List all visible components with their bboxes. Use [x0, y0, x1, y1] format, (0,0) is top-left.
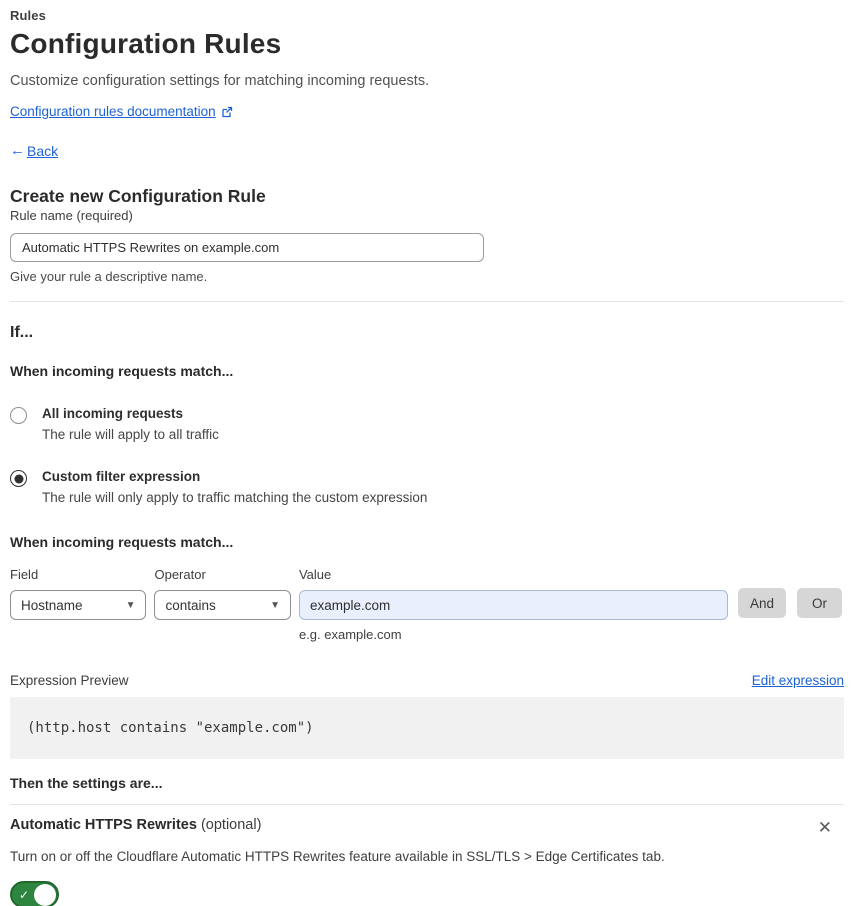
documentation-link[interactable]: Configuration rules documentation	[10, 104, 216, 119]
operator-select-value: contains	[165, 597, 216, 613]
match-heading: When incoming requests match...	[10, 363, 234, 379]
configuration-rules-page: Rules Configuration Rules Customize conf…	[0, 0, 852, 906]
radio-option-description: The rule will apply to all traffic	[42, 427, 219, 442]
expression-preview-label: Expression Preview	[10, 673, 129, 688]
or-button[interactable]: Or	[797, 588, 842, 618]
check-icon: ✓	[19, 887, 30, 902]
back-link-row: ← Back	[10, 142, 842, 159]
create-rule-title: Create new Configuration Rule	[10, 186, 266, 206]
if-heading: If...	[10, 324, 34, 341]
documentation-link-row: Configuration rules documentation	[10, 104, 842, 119]
rule-name-input[interactable]	[10, 233, 484, 262]
expression-builder-heading: When incoming requests match...	[10, 534, 234, 550]
expression-code: (http.host contains "example.com")	[27, 720, 314, 736]
operator-label: Operator	[154, 567, 206, 582]
page-subtitle: Customize configuration settings for mat…	[10, 73, 430, 89]
close-icon[interactable]: ✕	[814, 817, 836, 838]
setting-title: Automatic HTTPS Rewrites	[10, 817, 197, 833]
then-heading: Then the settings are...	[10, 775, 163, 791]
breadcrumb: Rules	[10, 8, 46, 23]
expression-preview-box: (http.host contains "example.com")	[10, 697, 844, 759]
value-input[interactable]	[298, 590, 728, 620]
edit-expression-link[interactable]: Edit expression	[752, 673, 844, 688]
expression-builder-row: Field Hostname ▼ Operator contains ▼ Val…	[10, 567, 842, 642]
page-title: Configuration Rules	[10, 28, 282, 59]
toggle-knob	[34, 883, 56, 906]
back-arrow-icon: ←	[10, 142, 25, 159]
radio-option-custom-filter-expression[interactable]: Custom filter expression The rule will o…	[10, 469, 842, 505]
chevron-down-icon: ▼	[125, 599, 136, 611]
field-select-value: Hostname	[21, 597, 83, 613]
setting-description: Turn on or off the Cloudflare Automatic …	[10, 849, 665, 864]
radio-selected-icon[interactable]	[10, 470, 27, 487]
radio-option-label: All incoming requests	[42, 406, 184, 421]
operator-select[interactable]: contains ▼	[154, 590, 291, 620]
rule-name-help: Give your rule a descriptive name.	[10, 269, 208, 284]
field-label: Field	[10, 567, 39, 582]
and-button[interactable]: And	[737, 588, 786, 618]
expression-preview-header: Expression Preview Edit expression	[10, 673, 844, 688]
back-link[interactable]: Back	[27, 143, 58, 159]
chevron-down-icon: ▼	[270, 599, 280, 611]
value-label: Value	[298, 567, 332, 582]
setting-header: Automatic HTTPS Rewrites (optional) ✕	[10, 817, 844, 838]
external-link-icon	[221, 106, 233, 118]
setting-optional-label: (optional)	[200, 817, 262, 833]
setting-divider	[10, 804, 844, 805]
field-select[interactable]: Hostname ▼	[10, 590, 147, 620]
radio-option-all-incoming-requests[interactable]: All incoming requests The rule will appl…	[10, 406, 842, 442]
rule-name-label: Rule name (required)	[10, 208, 133, 223]
value-hint: e.g. example.com	[298, 627, 402, 642]
radio-option-description: The rule will only apply to traffic matc…	[42, 490, 428, 505]
section-divider	[10, 301, 844, 302]
automatic-https-rewrites-toggle[interactable]: ✓	[10, 881, 59, 906]
radio-option-label: Custom filter expression	[42, 469, 201, 484]
radio-unselected-icon[interactable]	[10, 407, 27, 424]
